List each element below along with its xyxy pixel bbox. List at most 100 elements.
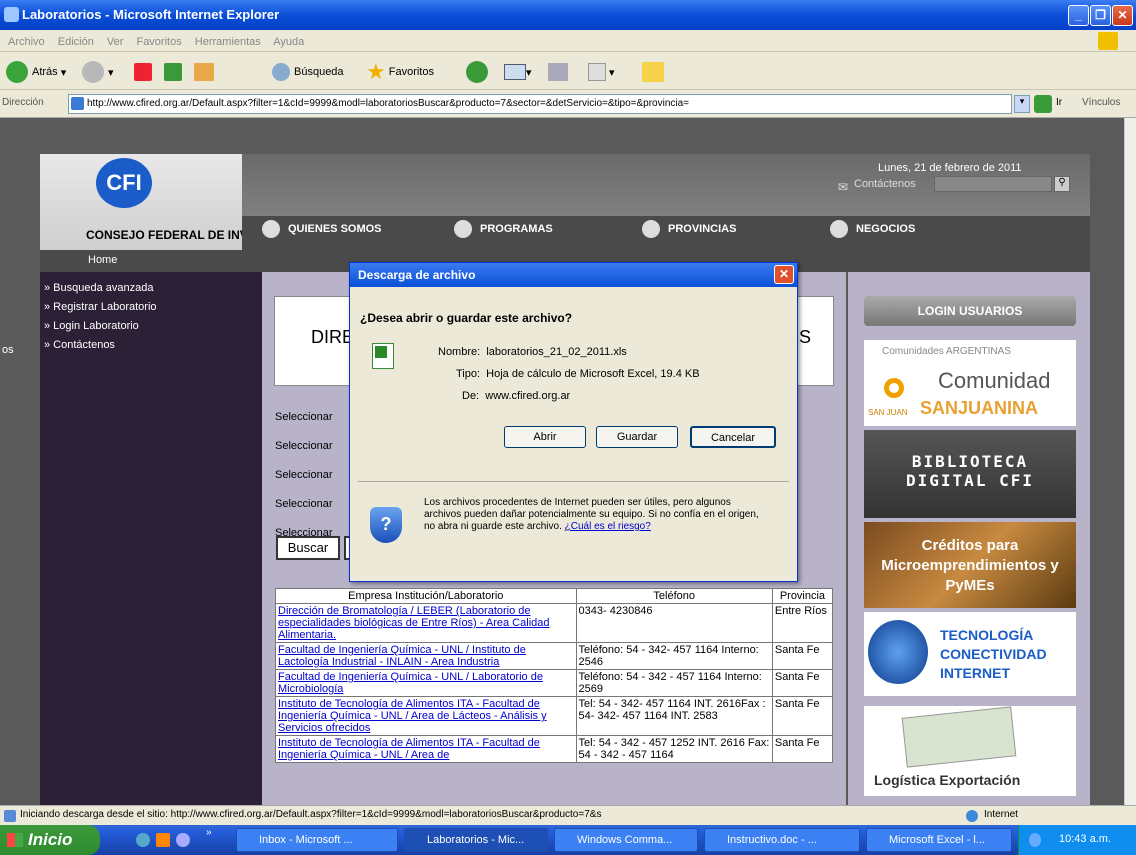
sidebar-item-login[interactable]: » Login Laboratorio (44, 320, 262, 332)
col-header-provincia: Provincia (771, 588, 834, 604)
province-cell: Santa Fe (771, 696, 834, 736)
lab-link[interactable]: Dirección de Bromatología / LEBER (Labor… (278, 605, 550, 641)
menu-bar: Archivo Edición Ver Favoritos Herramient… (0, 30, 1136, 52)
taskbar-item-inbox[interactable]: Inbox - Microsoft ... (236, 828, 398, 852)
lab-link[interactable]: Instituto de Tecnología de Alimentos ITA… (278, 737, 540, 761)
menu-ver[interactable]: Ver (107, 36, 124, 48)
globe-icon (966, 810, 978, 822)
clock[interactable]: 10:43 a.m. (1059, 833, 1111, 845)
col-header-telefono: Teléfono (575, 588, 773, 604)
favorites-button[interactable]: ★ Favoritos (366, 59, 434, 84)
ie-quicklaunch-icon[interactable] (136, 833, 150, 847)
sidebar-item-contactenos[interactable]: » Contáctenos (44, 339, 262, 351)
search-submit-button[interactable]: Buscar (276, 536, 340, 560)
menu-herramientas[interactable]: Herramientas (195, 36, 261, 48)
logistica-banner[interactable]: Logística Exportación (864, 706, 1076, 796)
open-button[interactable]: Abrir (504, 426, 586, 448)
address-input[interactable]: http://www.cfired.org.ar/Default.aspx?fi… (68, 94, 1012, 114)
close-button[interactable]: ✕ (1112, 5, 1133, 26)
biblioteca-banner[interactable]: BIBLIOTECA DIGITAL CFI (864, 430, 1076, 518)
window-titlebar: Laboratorios - Microsoft Internet Explor… (0, 0, 1136, 30)
minimize-button[interactable]: _ (1068, 5, 1089, 26)
back-button[interactable]: Atrás ▾ (6, 60, 66, 84)
sidebar-item-registrar[interactable]: » Registrar Laboratorio (44, 301, 262, 313)
go-button[interactable]: Ir (1056, 97, 1062, 108)
menu-archivo[interactable]: Archivo (8, 36, 45, 48)
select-label: Seleccionar (275, 498, 333, 510)
edit-button[interactable]: ▾ (588, 60, 615, 84)
province-cell: Santa Fe (771, 669, 834, 697)
creditos-banner[interactable]: Créditos para Microemprendimientos y PyM… (864, 522, 1076, 608)
vertical-scrollbar[interactable] (1124, 118, 1136, 805)
nav-quienes-somos[interactable]: QUIENES SOMOS (262, 220, 382, 238)
menu-favoritos[interactable]: Favoritos (136, 36, 181, 48)
print-button[interactable] (548, 60, 568, 84)
maximize-button[interactable]: ❐ (1090, 5, 1111, 26)
comunidad-text: Comunidad (938, 368, 1051, 393)
taskbar-item-excel[interactable]: Microsoft Excel - l... (866, 828, 1012, 852)
home-button[interactable] (194, 60, 214, 84)
table-row: Dirección de Bromatología / LEBER (Labor… (275, 603, 834, 643)
table-row: Facultad de Ingeniería Química - UNL / L… (275, 669, 834, 697)
card-image (901, 706, 1017, 768)
select-label: Seleccionar (275, 469, 333, 481)
home-link[interactable]: Home (88, 254, 117, 266)
lab-link[interactable]: Facultad de Ingeniería Química - UNL / I… (278, 644, 526, 668)
refresh-icon (164, 63, 182, 81)
sidebar-item-busqueda[interactable]: » Busqueda avanzada (44, 282, 262, 294)
province-cell: Entre Ríos (771, 603, 834, 643)
cfi-logo[interactable]: CFI (96, 158, 152, 208)
address-label: Dirección (2, 97, 44, 108)
history-button[interactable] (466, 60, 492, 84)
refresh-button[interactable] (164, 60, 182, 84)
address-dropdown[interactable]: ▾ (1014, 95, 1030, 113)
forward-arrow-icon (82, 61, 104, 83)
links-button[interactable]: Vínculos (1082, 97, 1120, 108)
file-from-label: De: (462, 390, 480, 402)
search-icon[interactable]: ⚲ (1054, 176, 1070, 192)
login-usuarios-button[interactable]: LOGIN USUARIOS (864, 296, 1076, 326)
sidebar-fragment: os (2, 344, 14, 356)
firefox-quicklaunch-icon[interactable] (176, 833, 190, 847)
mail-button[interactable]: ▾ (504, 60, 532, 84)
start-button[interactable]: Inicio (0, 825, 100, 855)
menu-edicion[interactable]: Edición (58, 36, 94, 48)
contact-link[interactable]: Contáctenos (854, 178, 916, 190)
network-icon[interactable] (1029, 833, 1041, 847)
search-button[interactable]: Búsqueda (272, 60, 344, 84)
outlook-quicklaunch-icon[interactable] (156, 833, 170, 847)
cancel-button[interactable]: Cancelar (690, 426, 776, 448)
select-label: Seleccionar (275, 411, 333, 423)
nav-programas[interactable]: PROGRAMAS (454, 220, 553, 238)
go-arrow-icon[interactable] (1034, 95, 1052, 113)
lab-link[interactable]: Facultad de Ingeniería Química - UNL / L… (278, 671, 543, 695)
dialog-titlebar: Descarga de archivo ✕ (350, 263, 797, 287)
lab-link[interactable]: Instituto de Tecnología de Alimentos ITA… (278, 698, 547, 734)
phone-cell: Tel: 54 - 342 - 457 1252 INT. 2616 Fax: … (575, 735, 773, 763)
sanjuan-text: SAN JUAN (868, 408, 908, 417)
messenger-button[interactable] (642, 60, 664, 84)
site-search-input[interactable] (934, 176, 1052, 192)
taskbar-item-laboratorios[interactable]: Laboratorios - Mic... (404, 828, 548, 852)
taskbar: Inicio » Inbox - Microsoft ... Laborator… (0, 825, 1136, 855)
province-cell: Santa Fe (771, 642, 834, 670)
nav-provincias[interactable]: PROVINCIAS (642, 220, 736, 238)
menu-ayuda[interactable]: Ayuda (273, 36, 304, 48)
province-cell: Santa Fe (771, 735, 834, 763)
tec-line-2: CONECTIVIDAD (940, 646, 1047, 662)
nav-negocios[interactable]: NEGOCIOS (830, 220, 915, 238)
tecnologia-banner[interactable]: TECNOLOGÍA CONECTIVIDAD INTERNET (864, 612, 1076, 696)
save-button[interactable]: Guardar (596, 426, 678, 448)
dialog-close-button[interactable]: ✕ (774, 265, 794, 284)
results-table: Empresa Institución/Laboratorio Teléfono… (275, 588, 834, 763)
quicklaunch-expand-icon[interactable]: » (206, 827, 212, 838)
download-dialog: Descarga de archivo ✕ ¿Desea abrir o gua… (349, 262, 798, 582)
comunidad-banner[interactable]: Comunidades ARGENTINAS Comunidad SAN JUA… (864, 340, 1076, 426)
taskbar-item-instructivo[interactable]: Instructivo.doc - ... (704, 828, 860, 852)
main-nav: QUIENES SOMOS PROGRAMAS PROVINCIAS NEGOC… (242, 216, 1090, 250)
risk-link[interactable]: ¿Cuál es el riesgo? (565, 521, 651, 532)
taskbar-item-windows-comma[interactable]: Windows Comma... (554, 828, 698, 852)
stop-button[interactable] (134, 60, 152, 84)
forward-button[interactable]: ▾ (82, 60, 114, 84)
table-row: Instituto de Tecnología de Alimentos ITA… (275, 696, 834, 736)
